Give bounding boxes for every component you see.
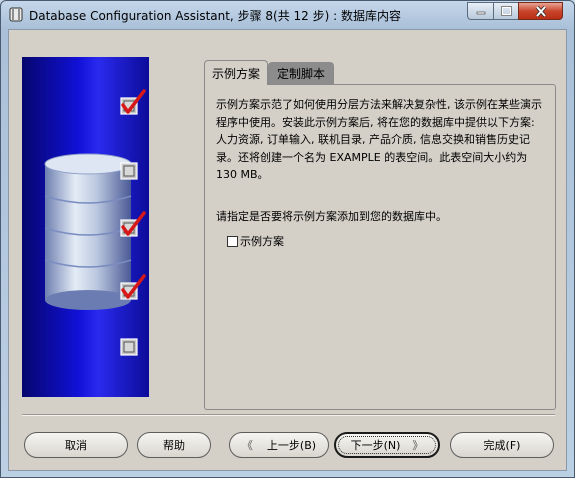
title-bar[interactable]: Database Configuration Assistant, 步骤 8(共… [1,1,574,28]
close-button[interactable] [518,2,563,20]
description-text: 示例方案示范了如何使用分层方法来解决复杂性, 该示例在某些演示程序中使用。安装此… [216,98,542,182]
step-checked-icon [120,274,146,300]
next-label: 下一步(N) [350,439,401,452]
finish-button[interactable]: 完成(F) [450,432,554,458]
cancel-button[interactable]: 取消 [24,432,128,458]
minimize-button[interactable] [467,2,494,20]
separator [22,414,555,416]
prompt-text: 请指定是否要将示例方案添加到您的数据库中。 [216,210,447,223]
dialog-content: 示例方案 定制脚本 示例方案示范了如何使用分层方法来解决复杂性, 该示例在某些演… [8,29,567,471]
step-checked-icon [120,211,146,237]
window-title: Database Configuration Assistant, 步骤 8(共… [29,9,401,23]
sample-schemas-checkbox-row[interactable]: 示例方案 [227,233,284,249]
help-label: 帮助 [163,439,185,452]
sample-schemas-checkbox-label[interactable]: 示例方案 [240,233,284,249]
maximize-button[interactable] [493,2,519,20]
double-chevron-left-icon: 《 [241,439,253,452]
help-button[interactable]: 帮助 [137,432,211,458]
step-unchecked-icon [120,338,138,356]
tab-custom-scripts[interactable]: 定制脚本 [268,62,334,84]
double-chevron-right-icon: 》 [412,439,424,452]
dialog-window: Database Configuration Assistant, 步骤 8(共… [0,0,575,478]
maximize-icon [500,6,512,16]
next-button[interactable]: 下一步(N) 》 [334,432,440,458]
progress-graphic [22,57,149,397]
finish-label: 完成(F) [483,439,521,452]
cancel-label: 取消 [65,439,87,452]
sample-schemas-checkbox[interactable] [227,235,238,247]
tab-sample-schemas[interactable]: 示例方案 [204,60,268,85]
database-app-icon [9,7,23,22]
back-button[interactable]: 《 上一步(B) [229,432,329,458]
step-checked-icon [120,89,146,115]
minimize-icon [476,11,485,15]
back-label: 上一步(B) [266,439,317,452]
tab-panel: 示例方案示范了如何使用分层方法来解决复杂性, 该示例在某些演示程序中使用。安装此… [204,84,556,410]
close-icon [535,5,546,17]
step-unchecked-icon [120,162,138,180]
